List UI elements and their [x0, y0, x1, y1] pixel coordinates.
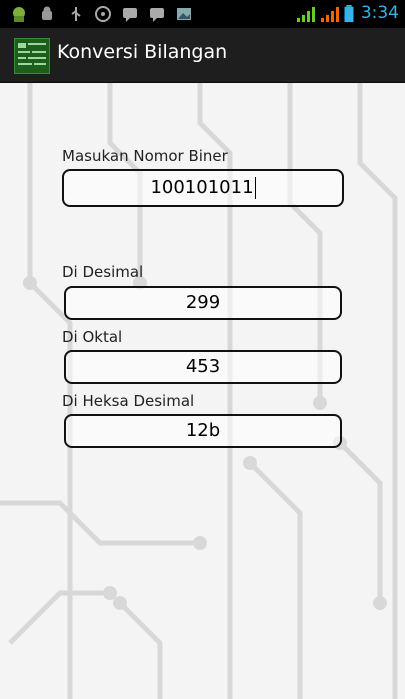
- hex-output: 12b: [64, 414, 342, 448]
- decimal-label: Di Desimal: [62, 263, 144, 281]
- octal-label: Di Oktal: [62, 328, 123, 346]
- media-icon: [95, 6, 111, 22]
- content-area: Masukan Nomor Biner 100101011 Di Desimal…: [0, 83, 405, 699]
- image-icon: [177, 8, 191, 20]
- usb-icon: [71, 7, 81, 21]
- text-cursor: [254, 177, 256, 199]
- binary-input-value: 100101011: [150, 177, 254, 198]
- android-icon: [42, 6, 52, 20]
- chat-icon: [123, 8, 137, 22]
- app-title: Konversi Bilangan: [57, 41, 228, 63]
- app-icon[interactable]: [14, 38, 50, 74]
- binary-input[interactable]: 100101011: [62, 169, 344, 207]
- status-bar: 3:34: [0, 0, 405, 28]
- signal-icon-2: [321, 7, 339, 22]
- hex-label: Di Heksa Desimal: [62, 392, 195, 410]
- chat-icon-2: [150, 8, 164, 22]
- decimal-output-value: 299: [185, 292, 221, 313]
- battery-icon: [344, 5, 354, 23]
- decimal-output: 299: [64, 286, 342, 320]
- signal-icon: [297, 7, 315, 22]
- octal-output-value: 453: [185, 356, 221, 377]
- binary-label: Masukan Nomor Biner: [62, 147, 228, 165]
- octal-output: 453: [64, 350, 342, 384]
- android-debug-icon: [13, 7, 25, 22]
- action-bar: Konversi Bilangan: [0, 28, 405, 83]
- status-time: 3:34: [360, 3, 399, 23]
- hex-output-value: 12b: [185, 420, 221, 441]
